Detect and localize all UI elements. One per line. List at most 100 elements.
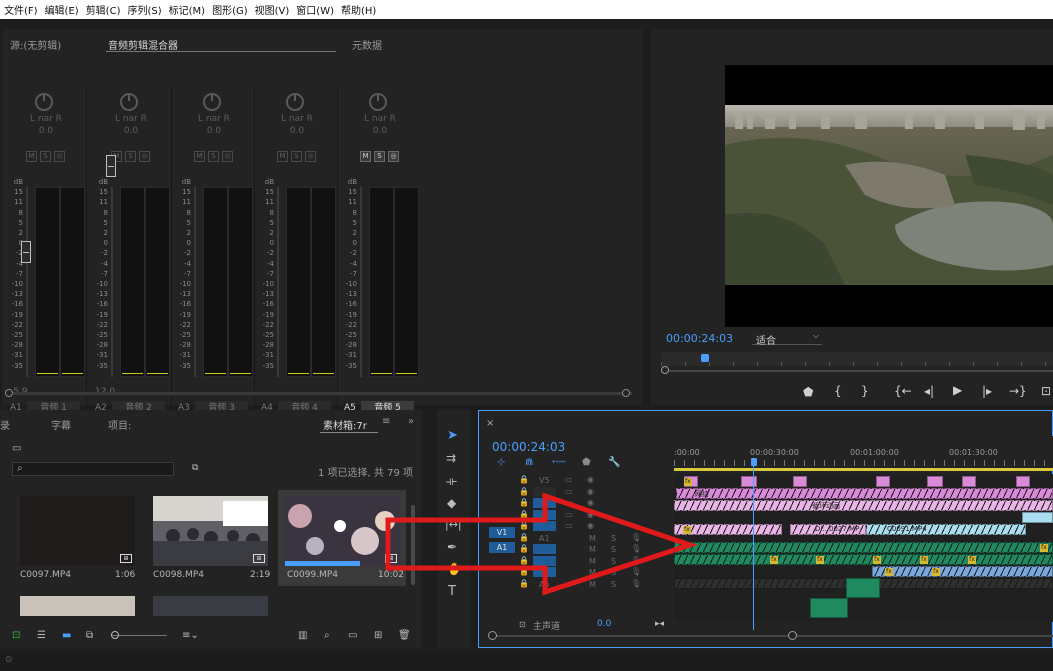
step-back-icon[interactable]: ◂| bbox=[924, 384, 934, 398]
lock-icon[interactable]: ⊡ bbox=[12, 630, 20, 641]
timeline-timecode[interactable]: 00:00:24:03 bbox=[492, 440, 565, 454]
go-to-in-icon[interactable]: {← bbox=[894, 384, 912, 398]
timeline-clip-v4[interactable] bbox=[676, 488, 1053, 499]
track-target-toggle[interactable] bbox=[533, 486, 556, 497]
record-button[interactable]: ◎ bbox=[54, 151, 65, 162]
program-playhead[interactable] bbox=[701, 354, 709, 362]
master-track-value[interactable]: 0.0 bbox=[597, 619, 611, 629]
film-icon[interactable]: ▭ bbox=[565, 475, 573, 484]
new-bin-bottom-icon[interactable]: ▭ bbox=[348, 630, 357, 641]
scroll-handle-left[interactable] bbox=[5, 389, 13, 397]
freeform-view-icon[interactable]: ⧉ bbox=[86, 630, 93, 641]
ripple-tool-icon[interactable]: ⟛ bbox=[446, 474, 457, 489]
menu-edit[interactable]: 编辑(E) bbox=[45, 2, 79, 17]
mic-icon[interactable]: 🎙 bbox=[631, 556, 641, 565]
solo-button[interactable]: S bbox=[125, 151, 136, 162]
lock-icon[interactable]: 🔒 bbox=[519, 567, 529, 576]
more-tabs-icon[interactable]: » bbox=[408, 416, 414, 427]
pan-value[interactable]: 0.0 bbox=[173, 126, 255, 136]
tab-captions[interactable]: 字幕 bbox=[51, 417, 71, 432]
trash-icon[interactable]: 🗑 bbox=[398, 630, 411, 641]
step-forward-icon[interactable]: |▸ bbox=[982, 384, 992, 398]
eye-icon[interactable]: ◉ bbox=[587, 510, 594, 519]
zoom-handle-left[interactable] bbox=[661, 366, 669, 374]
lock-icon[interactable]: ⊡ bbox=[519, 620, 526, 629]
film-icon[interactable]: ▭ bbox=[565, 487, 573, 496]
mute-button[interactable]: M bbox=[194, 151, 205, 162]
clip-thumb-row2-b[interactable] bbox=[153, 596, 268, 616]
source-patch-v1[interactable]: V1 bbox=[489, 527, 515, 538]
track-target-toggle[interactable] bbox=[533, 567, 556, 577]
nest-icon[interactable]: ⊹ bbox=[497, 457, 505, 468]
wrench-icon[interactable]: 🔧 bbox=[608, 457, 620, 468]
lock-icon[interactable]: 🔒 bbox=[519, 544, 529, 553]
record-button[interactable]: ◎ bbox=[388, 151, 399, 162]
audio-clip-a5[interactable] bbox=[810, 598, 848, 618]
mic-icon[interactable]: 🎙 bbox=[631, 544, 641, 553]
track-target-toggle[interactable] bbox=[533, 498, 556, 508]
play-icon[interactable]: ▶ bbox=[953, 383, 962, 397]
tab-log[interactable]: 记录 bbox=[0, 417, 10, 432]
tab-metadata[interactable]: 元数据 bbox=[352, 37, 382, 52]
film-icon[interactable]: ▭ bbox=[565, 498, 573, 507]
linked-selection-icon[interactable]: ⬳ bbox=[552, 457, 566, 468]
timeline-clip[interactable] bbox=[962, 476, 976, 487]
audio-clip-a4[interactable] bbox=[846, 578, 880, 598]
tab-project[interactable]: 项目: bbox=[108, 417, 131, 432]
search-input[interactable]: ⌕ bbox=[12, 462, 174, 476]
menu-graphics[interactable]: 图形(G) bbox=[212, 2, 248, 17]
mute-button[interactable]: M bbox=[26, 151, 37, 162]
slip-tool-icon[interactable]: |↔| bbox=[445, 518, 462, 531]
hand-tool-icon[interactable]: ✋ bbox=[447, 562, 462, 576]
solo-button[interactable]: S bbox=[208, 151, 219, 162]
mute-toggle[interactable]: M bbox=[589, 545, 596, 554]
scroll-handle-left[interactable] bbox=[488, 631, 497, 640]
lock-icon[interactable]: 🔒 bbox=[519, 498, 529, 507]
mute-button[interactable]: M bbox=[277, 151, 288, 162]
find-icon[interactable]: ⧉ bbox=[192, 463, 198, 473]
menu-view[interactable]: 视图(V) bbox=[255, 2, 290, 17]
go-to-out-icon[interactable]: →} bbox=[1009, 384, 1027, 398]
scroll-handle-right[interactable] bbox=[622, 389, 630, 397]
program-time-ruler[interactable] bbox=[661, 352, 1053, 366]
export-frame-icon[interactable]: ⊡ bbox=[1041, 384, 1051, 398]
film-icon[interactable]: ▭ bbox=[565, 510, 573, 519]
menu-help[interactable]: 帮助(H) bbox=[341, 2, 376, 17]
go-to-end-icon[interactable]: ▸◂ bbox=[655, 619, 664, 629]
timeline-clip[interactable] bbox=[793, 476, 807, 487]
solo-toggle[interactable]: S bbox=[611, 534, 616, 543]
snap-icon[interactable]: ⋒ bbox=[525, 457, 533, 468]
pan-knob-icon[interactable] bbox=[369, 93, 387, 111]
clip-thumb-row2-a[interactable] bbox=[20, 596, 135, 616]
add-marker-icon[interactable]: ⬟ bbox=[803, 385, 813, 399]
menu-clip[interactable]: 剪辑(C) bbox=[86, 2, 121, 17]
menu-file[interactable]: 文件(F) bbox=[4, 2, 38, 17]
lock-icon[interactable]: 🔒 bbox=[519, 579, 529, 588]
mute-toggle[interactable]: M bbox=[589, 580, 596, 589]
pan-value[interactable]: 0.0 bbox=[90, 126, 172, 136]
mute-toggle[interactable]: M bbox=[589, 534, 596, 543]
tab-bin[interactable]: 素材箱:7r bbox=[323, 417, 367, 432]
pan-value[interactable]: 0.0 bbox=[5, 126, 87, 136]
lock-icon[interactable]: 🔒 bbox=[519, 533, 529, 542]
eye-icon[interactable]: ◉ bbox=[587, 487, 594, 496]
pen-tool-icon[interactable]: ✒ bbox=[447, 540, 457, 554]
mixer-scrollbar[interactable] bbox=[7, 392, 632, 395]
lock-icon[interactable]: 🔒 bbox=[519, 487, 529, 496]
mark-out-icon[interactable]: } bbox=[861, 384, 869, 398]
work-area-bar[interactable] bbox=[674, 468, 1053, 471]
eye-icon[interactable]: ◉ bbox=[587, 521, 594, 530]
mic-icon[interactable]: 🎙 bbox=[631, 533, 641, 542]
volume-fader[interactable] bbox=[21, 241, 31, 263]
track-target-toggle[interactable] bbox=[533, 521, 556, 531]
pan-knob-icon[interactable] bbox=[286, 93, 304, 111]
pan-value[interactable]: 0.0 bbox=[256, 126, 338, 136]
source-patch-a1[interactable]: A1 bbox=[489, 542, 515, 553]
selection-tool-icon[interactable]: ➤ bbox=[447, 428, 458, 443]
lock-icon[interactable]: 🔒 bbox=[519, 521, 529, 530]
lock-icon[interactable]: 🔒 bbox=[519, 510, 529, 519]
lock-icon[interactable]: 🔒 bbox=[519, 475, 529, 484]
solo-toggle[interactable]: S bbox=[611, 580, 616, 589]
project-scrollbar[interactable] bbox=[411, 505, 415, 585]
timeline-clip[interactable] bbox=[1016, 476, 1030, 487]
